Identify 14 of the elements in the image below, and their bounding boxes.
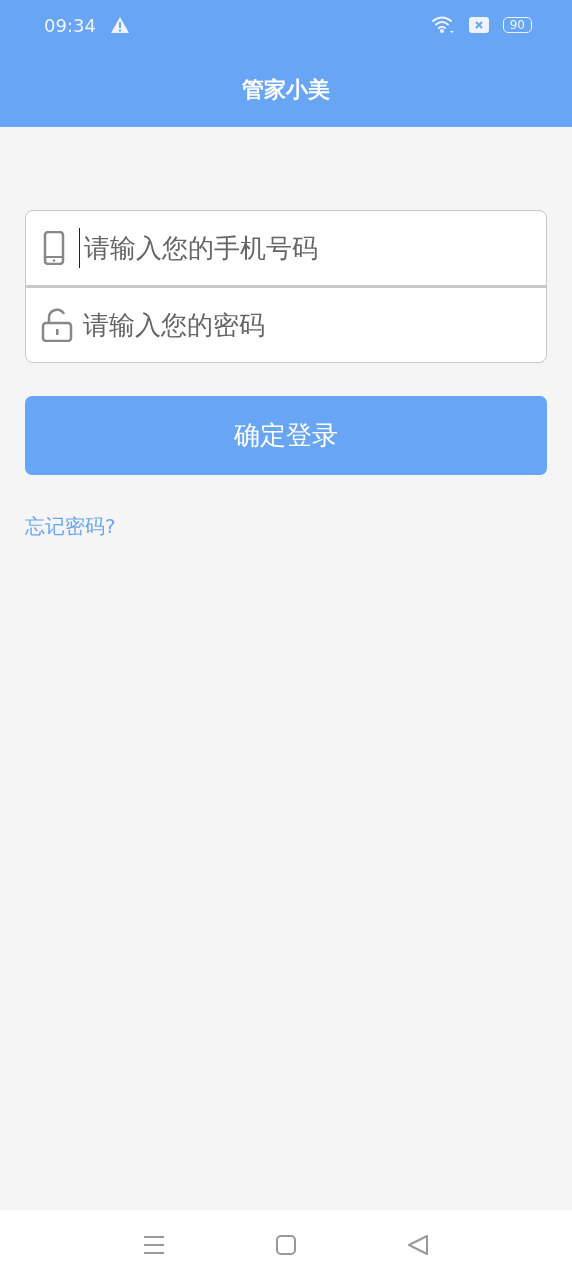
wifi-icon [430, 15, 455, 35]
login-button[interactable]: 确定登录 [25, 396, 547, 475]
clock-time: 09:34 [44, 14, 96, 36]
menu-icon[interactable] [143, 1234, 165, 1256]
password-field[interactable]: 请输入您的密码 [79, 305, 546, 345]
padlock-icon [41, 308, 73, 342]
warning-icon [109, 16, 130, 34]
page-title: 管家小美 [242, 76, 330, 104]
back-icon[interactable] [407, 1234, 429, 1256]
battery-indicator: 90 [502, 17, 532, 33]
forgot-password-link[interactable]: 忘记密码? [25, 513, 116, 540]
sim-card-icon [468, 17, 489, 33]
phone-number-field[interactable]: 请输入您的手机号码 [79, 228, 546, 268]
home-icon[interactable] [275, 1234, 297, 1256]
